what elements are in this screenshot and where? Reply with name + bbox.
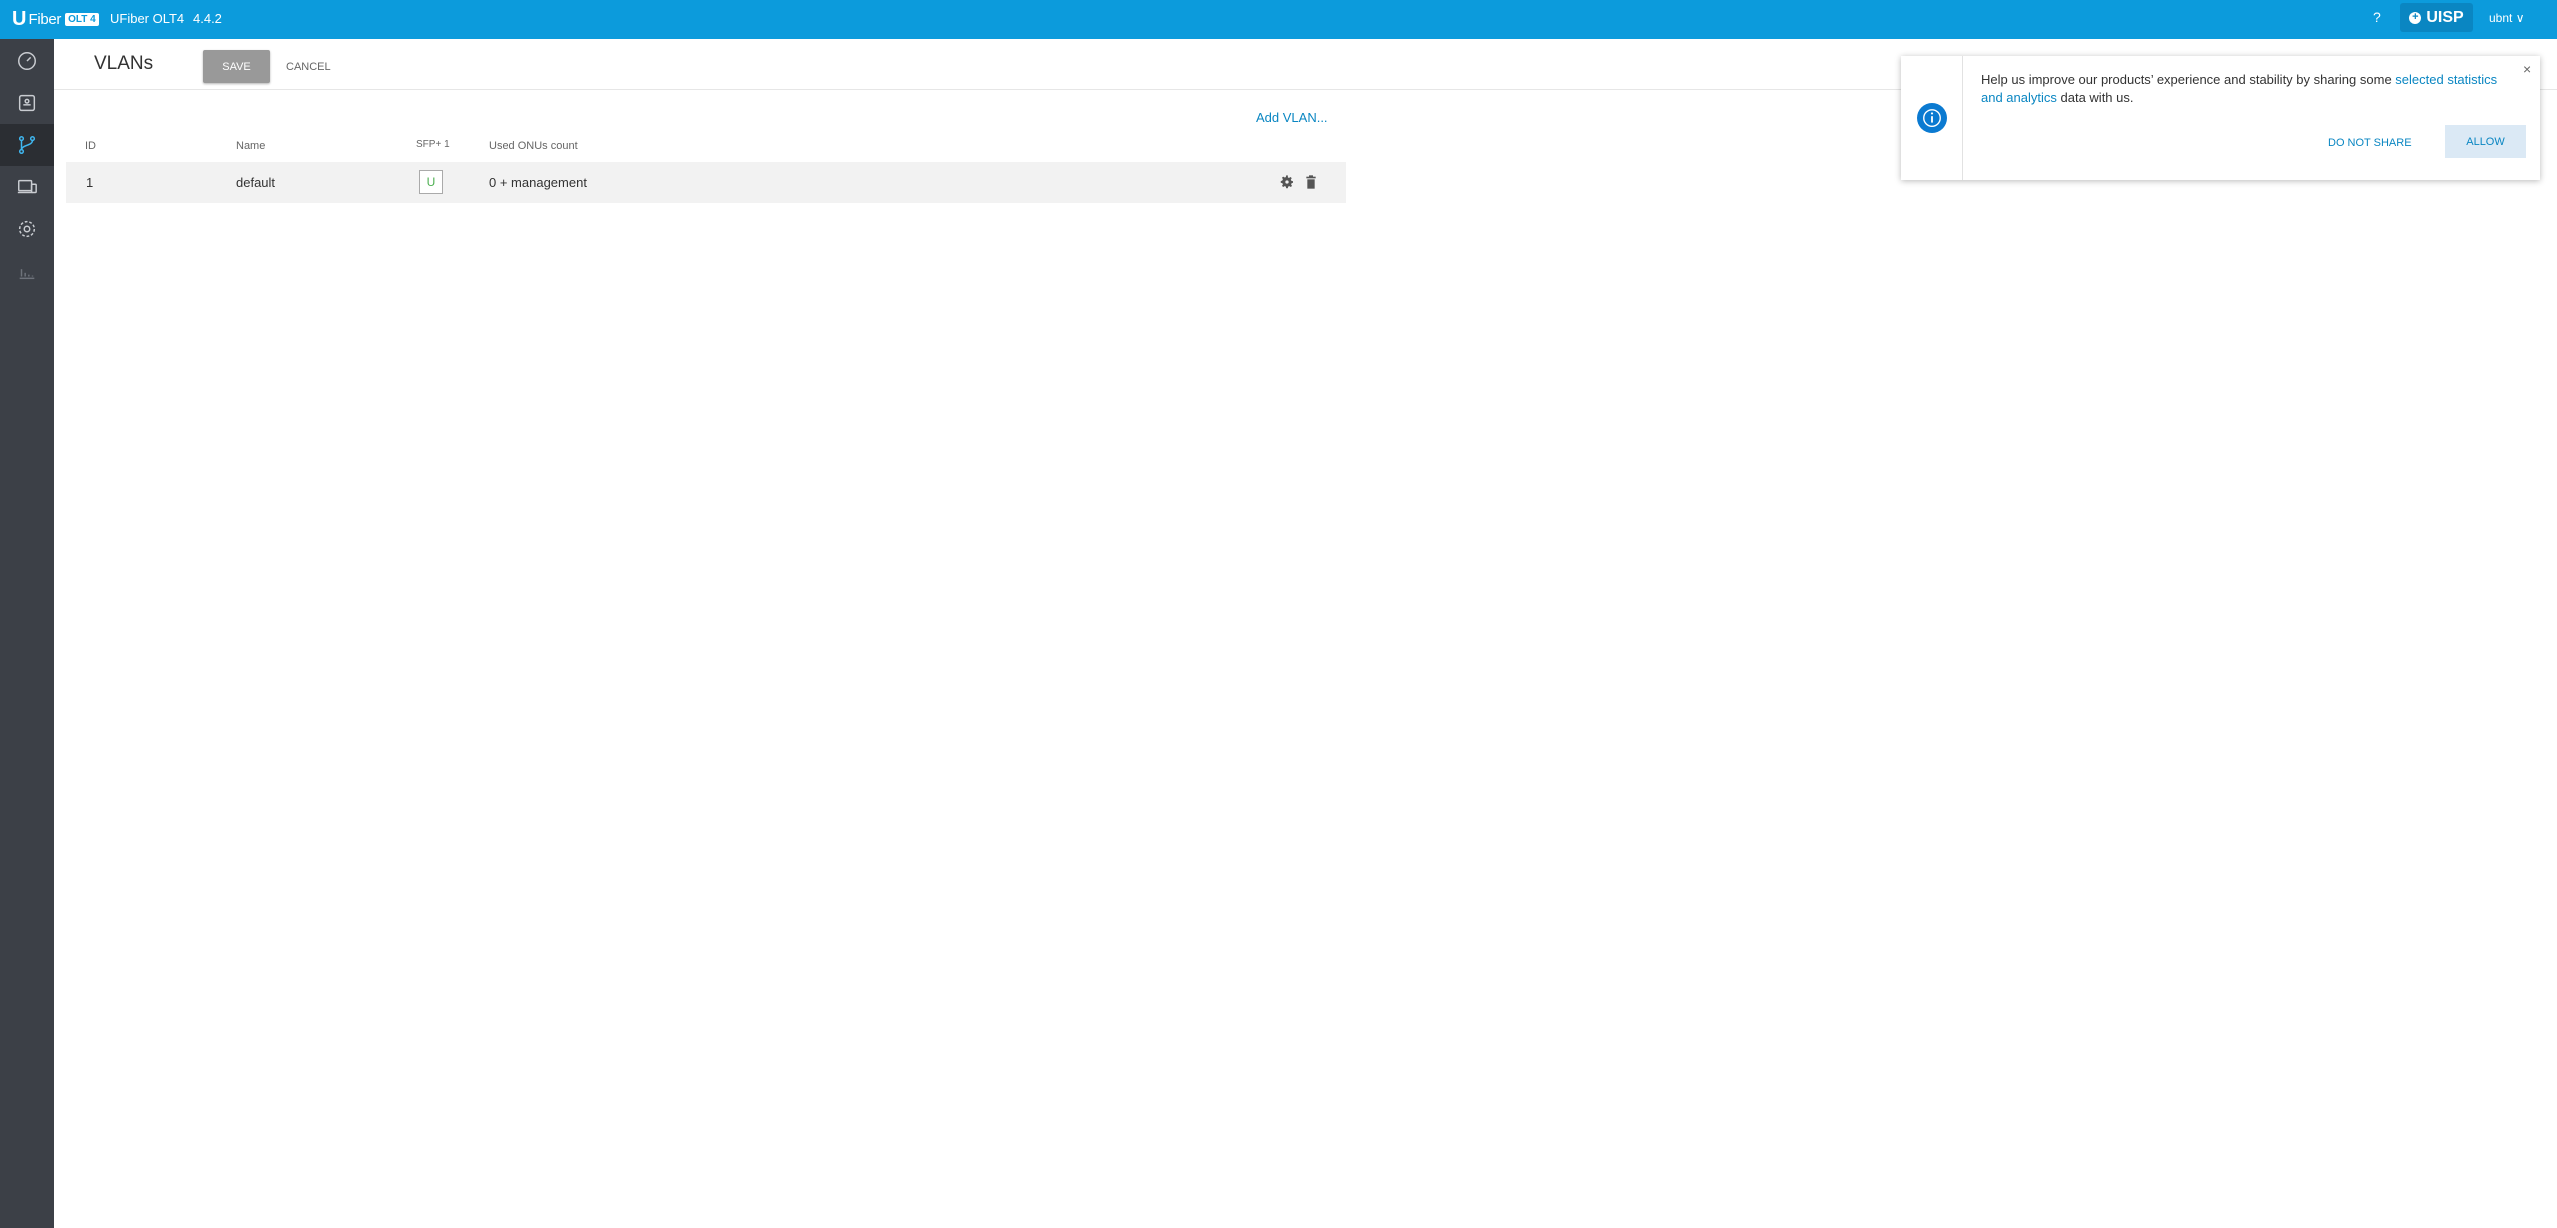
info-icon bbox=[1917, 103, 1947, 133]
popup-icon-column bbox=[1901, 56, 1963, 180]
used-onus-count: 0 + management bbox=[489, 175, 587, 190]
logo-fiber: Fiber bbox=[28, 10, 62, 28]
sidebar-item-dashboard[interactable] bbox=[0, 40, 54, 82]
vlan-id: 1 bbox=[86, 175, 94, 190]
allow-button[interactable]: ALLOW bbox=[2445, 125, 2526, 158]
save-button[interactable]: SAVE bbox=[203, 50, 270, 83]
do-not-share-button[interactable]: DO NOT SHARE bbox=[2328, 127, 2412, 159]
help-icon[interactable]: ? bbox=[2373, 9, 2381, 25]
analytics-consent-popup: Help us improve our products’ experience… bbox=[1901, 56, 2540, 180]
device-name: UFiber OLT4 bbox=[110, 11, 185, 26]
network-icon bbox=[18, 136, 36, 154]
vlan-name: default bbox=[236, 175, 276, 190]
sidebar-item-settings[interactable] bbox=[0, 208, 54, 250]
close-icon[interactable]: × bbox=[2523, 61, 2531, 77]
trash-icon[interactable] bbox=[1303, 174, 1319, 190]
sidebar-item-vlans[interactable] bbox=[0, 124, 54, 166]
user-menu[interactable]: ubnt ∨ bbox=[2489, 11, 2524, 25]
sidebar-item-devices[interactable] bbox=[0, 166, 54, 208]
column-header-used-onus: Used ONUs count bbox=[489, 140, 578, 152]
top-bar: U Fiber OLT 4 UFiber OLT4 4.4.2 ? + UISP… bbox=[0, 0, 2557, 39]
devices-icon bbox=[17, 179, 37, 194]
table-row[interactable]: 1 default U 0 + management bbox=[66, 162, 1346, 203]
column-header-sfp: SFP+ 1 bbox=[416, 139, 450, 150]
device-icon bbox=[18, 94, 36, 112]
bar-chart-icon bbox=[19, 269, 35, 280]
popup-text-before: Help us improve our products’ experience… bbox=[1981, 72, 2396, 87]
column-header-name: Name bbox=[236, 140, 266, 152]
add-vlan-link[interactable]: Add VLAN... bbox=[1256, 110, 1328, 125]
firmware-version: 4.4.2 bbox=[193, 11, 222, 26]
gear-icon[interactable] bbox=[1279, 174, 1295, 190]
ufiber-logo[interactable]: U Fiber OLT 4 bbox=[12, 8, 99, 30]
sidebar bbox=[0, 39, 54, 1228]
popup-text-after: data with us. bbox=[2056, 90, 2134, 105]
uisp-label: UISP bbox=[2426, 8, 2464, 26]
sidebar-item-onus[interactable] bbox=[0, 82, 54, 124]
gear-icon bbox=[18, 220, 36, 238]
speedometer-icon bbox=[18, 52, 36, 70]
page-title: VLANs bbox=[94, 53, 154, 74]
logo-olt-badge: OLT 4 bbox=[65, 12, 99, 26]
logo-u: U bbox=[12, 7, 27, 30]
info-glyph-icon bbox=[1923, 109, 1941, 127]
popup-message: Help us improve our products’ experience… bbox=[1981, 71, 2511, 107]
cancel-button[interactable]: CANCEL bbox=[286, 50, 331, 83]
plus-icon: + bbox=[2409, 11, 2422, 24]
untagged-badge[interactable]: U bbox=[419, 170, 443, 194]
column-header-id: ID bbox=[85, 140, 96, 152]
uisp-button[interactable]: + UISP bbox=[2400, 3, 2473, 32]
sidebar-item-statistics[interactable] bbox=[0, 250, 54, 292]
